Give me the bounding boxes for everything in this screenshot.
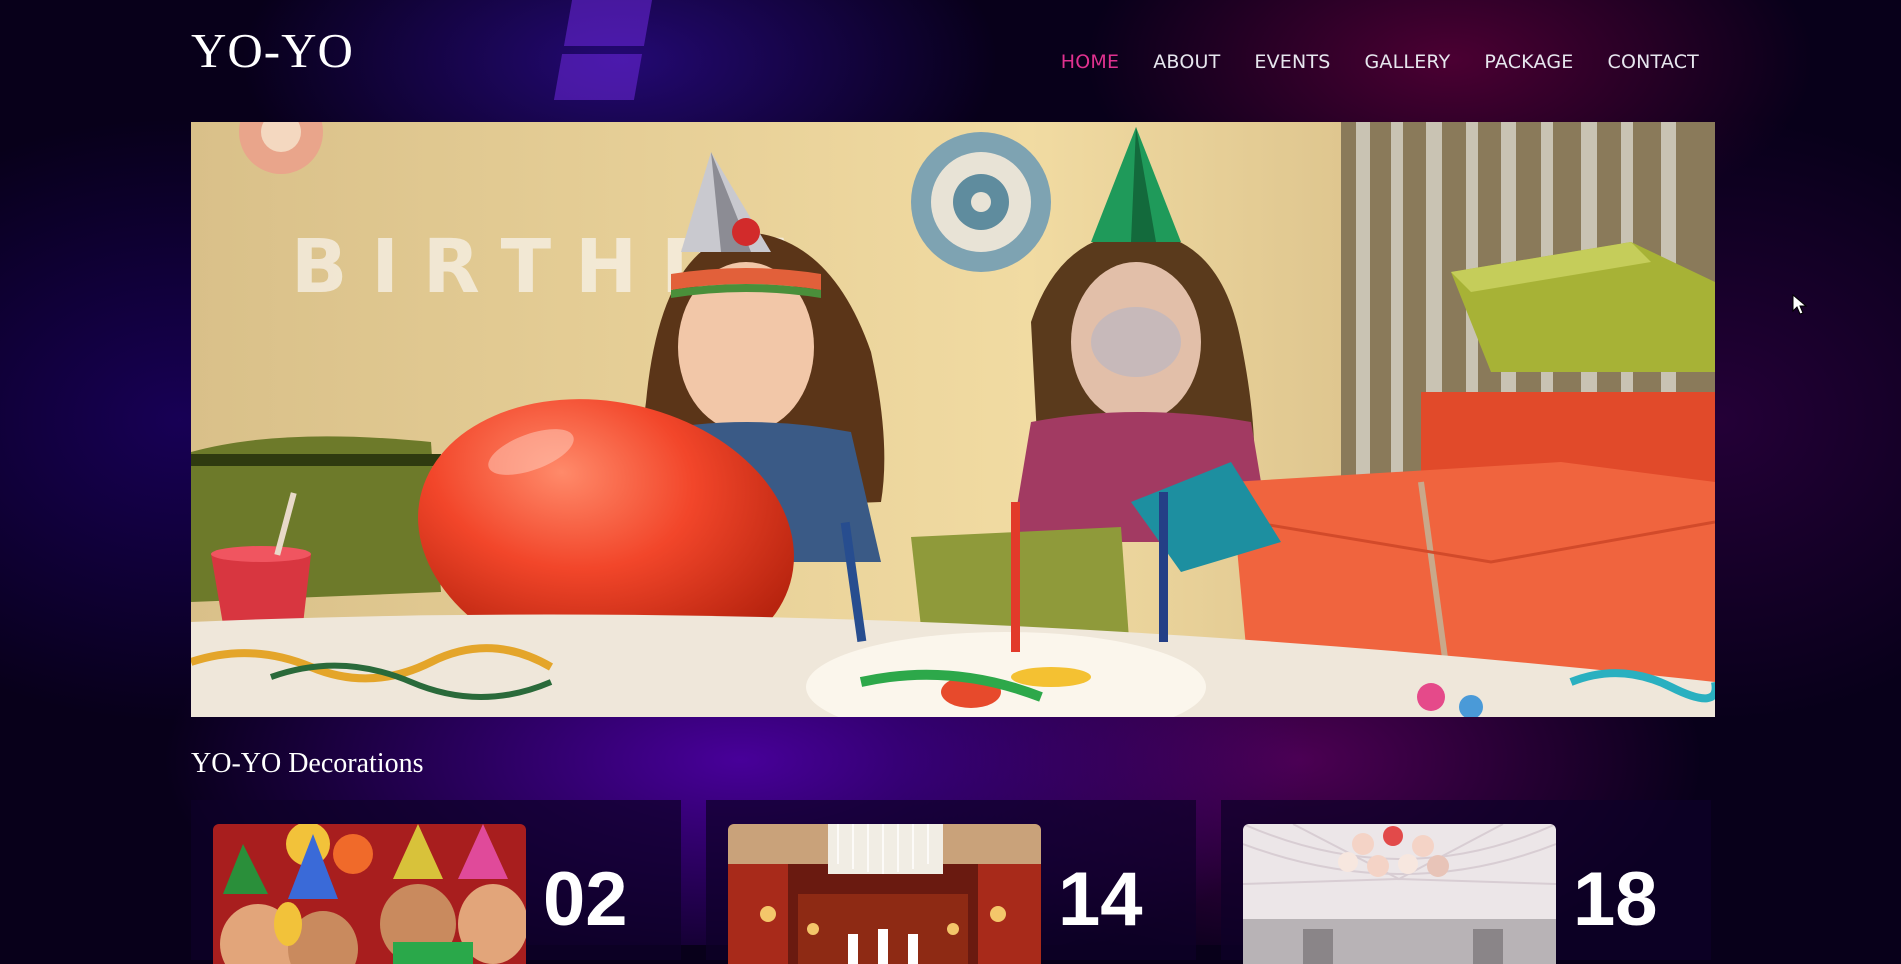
kids-party-photo [213,824,526,964]
mouse-cursor-icon [1792,294,1808,315]
hero-banner-image: BIRTHDA [191,122,1715,717]
nav-gallery[interactable]: GALLERY [1365,48,1451,76]
decoration-card[interactable]: 18 [1221,800,1711,964]
birthday-party-photo: BIRTHDA [191,122,1715,717]
header-decoration [563,0,653,46]
site-logo[interactable]: YO-YO [191,26,354,75]
nav-about[interactable]: ABOUT [1153,48,1220,76]
main-nav: HOME ABOUT EVENTS GALLERY PACKAGE CONTAC… [1061,48,1699,76]
card-number: 02 [543,857,628,942]
decoration-card[interactable]: 02 [191,800,681,964]
draped-hall-photo [1243,824,1556,964]
nav-contact[interactable]: CONTACT [1607,48,1699,76]
section-title: YO-YO Decorations [191,748,424,779]
nav-package[interactable]: PACKAGE [1484,48,1573,76]
card-number: 18 [1573,857,1658,942]
nav-events[interactable]: EVENTS [1254,48,1330,76]
ballroom-photo [728,824,1041,964]
nav-home[interactable]: HOME [1061,48,1119,76]
card-thumbnail-kids-party[interactable] [213,824,526,964]
decoration-card[interactable]: 14 [706,800,1196,964]
header-decoration [553,54,643,100]
card-thumbnail-drapes-hall[interactable] [1243,824,1556,964]
card-number: 14 [1058,857,1143,942]
card-thumbnail-ballroom[interactable] [728,824,1041,964]
